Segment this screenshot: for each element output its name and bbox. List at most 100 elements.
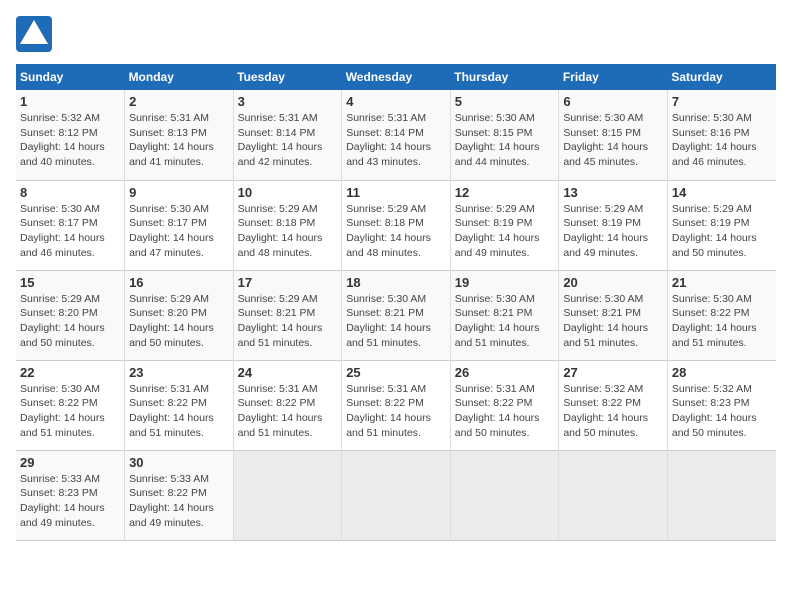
- day-info: Sunrise: 5:31 AM Sunset: 8:13 PM Dayligh…: [129, 111, 229, 170]
- calendar-cell: 26Sunrise: 5:31 AM Sunset: 8:22 PM Dayli…: [450, 360, 559, 450]
- day-info: Sunrise: 5:30 AM Sunset: 8:21 PM Dayligh…: [455, 292, 555, 351]
- calendar-cell: 2 Sunrise: 5:31 AM Sunset: 8:13 PM Daylig…: [125, 90, 234, 180]
- day-number: 28: [672, 365, 772, 380]
- calendar-cell: 24 Sunrise: 5:31 AM Sunset: 8:22 PM Dayli…: [233, 360, 342, 450]
- header-thursday: Thursday: [450, 64, 559, 90]
- calendar-cell: 27 Sunrise: 5:32 AM Sunset: 8:22 PM Dayli…: [559, 360, 668, 450]
- calendar-cell: [233, 450, 342, 540]
- calendar-table: SundayMondayTuesdayWednesdayThursdayFrid…: [16, 64, 776, 541]
- calendar-cell: 22 Sunrise: 5:30 AM Sunset: 8:22 PM Dayli…: [16, 360, 125, 450]
- calendar-cell: 4 Sunrise: 5:31 AM Sunset: 8:14 PM Daylig…: [342, 90, 451, 180]
- calendar-cell: 6 Sunrise: 5:30 AM Sunset: 8:15 PM Daylig…: [559, 90, 668, 180]
- calendar-cell: [450, 450, 559, 540]
- day-info: Sunrise: 5:30 AM Sunset: 8:15 PM Dayligh…: [563, 111, 663, 170]
- day-info: Sunrise: 5:31 AM Sunset: 8:14 PM Dayligh…: [238, 111, 338, 170]
- calendar-cell: 12 Sunrise: 5:29 AM Sunset: 8:19 PM Dayli…: [450, 180, 559, 270]
- day-number: 20: [563, 275, 663, 290]
- calendar-cell: 17 Sunrise: 5:29 AM Sunset: 8:21 PM Dayli…: [233, 270, 342, 360]
- day-number: 13: [563, 185, 663, 200]
- day-info: Sunrise: 5:29 AM Sunset: 8:21 PM Dayligh…: [238, 292, 338, 351]
- calendar-cell: 13Sunrise: 5:29 AM Sunset: 8:19 PM Dayli…: [559, 180, 668, 270]
- day-info: Sunrise: 5:31 AM Sunset: 8:22 PM Dayligh…: [238, 382, 338, 441]
- calendar-week-5: 29Sunrise: 5:33 AM Sunset: 8:23 PM Dayli…: [16, 450, 776, 540]
- day-number: 6: [563, 94, 663, 109]
- day-info: Sunrise: 5:32 AM Sunset: 8:22 PM Dayligh…: [563, 382, 663, 441]
- day-number: 4: [346, 94, 446, 109]
- calendar-cell: 8 Sunrise: 5:30 AM Sunset: 8:17 PM Daylig…: [16, 180, 125, 270]
- calendar-cell: 16 Sunrise: 5:29 AM Sunset: 8:20 PM Dayli…: [125, 270, 234, 360]
- calendar-cell: 14Sunrise: 5:29 AM Sunset: 8:19 PM Dayli…: [667, 180, 776, 270]
- calendar-cell: 9 Sunrise: 5:30 AM Sunset: 8:17 PM Daylig…: [125, 180, 234, 270]
- calendar-week-3: 15 Sunrise: 5:29 AM Sunset: 8:20 PM Dayli…: [16, 270, 776, 360]
- calendar-cell: 1Sunrise: 5:32 AM Sunset: 8:12 PM Daylig…: [16, 90, 125, 180]
- day-number: 5: [455, 94, 555, 109]
- day-info: Sunrise: 5:29 AM Sunset: 8:19 PM Dayligh…: [672, 202, 772, 261]
- logo: [16, 16, 58, 52]
- day-info: Sunrise: 5:32 AM Sunset: 8:12 PM Dayligh…: [20, 111, 120, 170]
- calendar-cell: 20 Sunrise: 5:30 AM Sunset: 8:21 PM Dayli…: [559, 270, 668, 360]
- day-number: 7: [672, 94, 772, 109]
- day-info: Sunrise: 5:29 AM Sunset: 8:19 PM Dayligh…: [455, 202, 555, 261]
- day-info: Sunrise: 5:30 AM Sunset: 8:16 PM Dayligh…: [672, 111, 772, 170]
- page-header: [16, 16, 776, 52]
- day-number: 11: [346, 185, 446, 200]
- header-friday: Friday: [559, 64, 668, 90]
- calendar-cell: 29Sunrise: 5:33 AM Sunset: 8:23 PM Dayli…: [16, 450, 125, 540]
- calendar-week-2: 8 Sunrise: 5:30 AM Sunset: 8:17 PM Daylig…: [16, 180, 776, 270]
- calendar-cell: 7 Sunrise: 5:30 AM Sunset: 8:16 PM Daylig…: [667, 90, 776, 180]
- day-info: Sunrise: 5:30 AM Sunset: 8:15 PM Dayligh…: [455, 111, 555, 170]
- day-number: 26: [455, 365, 555, 380]
- calendar-cell: 30 Sunrise: 5:33 AM Sunset: 8:22 PM Dayli…: [125, 450, 234, 540]
- day-info: Sunrise: 5:31 AM Sunset: 8:14 PM Dayligh…: [346, 111, 446, 170]
- day-info: Sunrise: 5:33 AM Sunset: 8:23 PM Dayligh…: [20, 472, 120, 531]
- calendar-week-4: 22 Sunrise: 5:30 AM Sunset: 8:22 PM Dayli…: [16, 360, 776, 450]
- day-info: Sunrise: 5:30 AM Sunset: 8:21 PM Dayligh…: [563, 292, 663, 351]
- day-number: 10: [238, 185, 338, 200]
- day-info: Sunrise: 5:30 AM Sunset: 8:22 PM Dayligh…: [20, 382, 120, 441]
- day-info: Sunrise: 5:30 AM Sunset: 8:22 PM Dayligh…: [672, 292, 772, 351]
- day-number: 22: [20, 365, 120, 380]
- calendar-cell: [667, 450, 776, 540]
- day-number: 23: [129, 365, 229, 380]
- day-info: Sunrise: 5:31 AM Sunset: 8:22 PM Dayligh…: [129, 382, 229, 441]
- day-info: Sunrise: 5:29 AM Sunset: 8:18 PM Dayligh…: [238, 202, 338, 261]
- day-number: 9: [129, 185, 229, 200]
- calendar-cell: 10 Sunrise: 5:29 AM Sunset: 8:18 PM Dayli…: [233, 180, 342, 270]
- header-wednesday: Wednesday: [342, 64, 451, 90]
- day-number: 3: [238, 94, 338, 109]
- day-info: Sunrise: 5:29 AM Sunset: 8:20 PM Dayligh…: [20, 292, 120, 351]
- calendar-cell: 18 Sunrise: 5:30 AM Sunset: 8:21 PM Dayli…: [342, 270, 451, 360]
- calendar-cell: 19Sunrise: 5:30 AM Sunset: 8:21 PM Dayli…: [450, 270, 559, 360]
- calendar-cell: 15 Sunrise: 5:29 AM Sunset: 8:20 PM Dayli…: [16, 270, 125, 360]
- calendar-cell: [559, 450, 668, 540]
- calendar-cell: [342, 450, 451, 540]
- calendar-cell: 3 Sunrise: 5:31 AM Sunset: 8:14 PM Daylig…: [233, 90, 342, 180]
- day-info: Sunrise: 5:30 AM Sunset: 8:17 PM Dayligh…: [129, 202, 229, 261]
- calendar-cell: 11Sunrise: 5:29 AM Sunset: 8:18 PM Dayli…: [342, 180, 451, 270]
- day-number: 2: [129, 94, 229, 109]
- header-monday: Monday: [125, 64, 234, 90]
- day-number: 16: [129, 275, 229, 290]
- header-saturday: Saturday: [667, 64, 776, 90]
- calendar-cell: 5 Sunrise: 5:30 AM Sunset: 8:15 PM Daylig…: [450, 90, 559, 180]
- calendar-week-1: 1Sunrise: 5:32 AM Sunset: 8:12 PM Daylig…: [16, 90, 776, 180]
- logo-icon: [16, 16, 52, 52]
- day-info: Sunrise: 5:30 AM Sunset: 8:17 PM Dayligh…: [20, 202, 120, 261]
- day-info: Sunrise: 5:31 AM Sunset: 8:22 PM Dayligh…: [346, 382, 446, 441]
- calendar-cell: 25 Sunrise: 5:31 AM Sunset: 8:22 PM Dayli…: [342, 360, 451, 450]
- calendar-cell: 28Sunrise: 5:32 AM Sunset: 8:23 PM Dayli…: [667, 360, 776, 450]
- day-number: 12: [455, 185, 555, 200]
- day-info: Sunrise: 5:29 AM Sunset: 8:20 PM Dayligh…: [129, 292, 229, 351]
- day-number: 25: [346, 365, 446, 380]
- header-sunday: Sunday: [16, 64, 125, 90]
- day-info: Sunrise: 5:33 AM Sunset: 8:22 PM Dayligh…: [129, 472, 229, 531]
- day-number: 15: [20, 275, 120, 290]
- calendar-cell: 21Sunrise: 5:30 AM Sunset: 8:22 PM Dayli…: [667, 270, 776, 360]
- day-number: 18: [346, 275, 446, 290]
- day-number: 27: [563, 365, 663, 380]
- day-info: Sunrise: 5:30 AM Sunset: 8:21 PM Dayligh…: [346, 292, 446, 351]
- day-number: 17: [238, 275, 338, 290]
- day-number: 24: [238, 365, 338, 380]
- day-number: 8: [20, 185, 120, 200]
- day-number: 30: [129, 455, 229, 470]
